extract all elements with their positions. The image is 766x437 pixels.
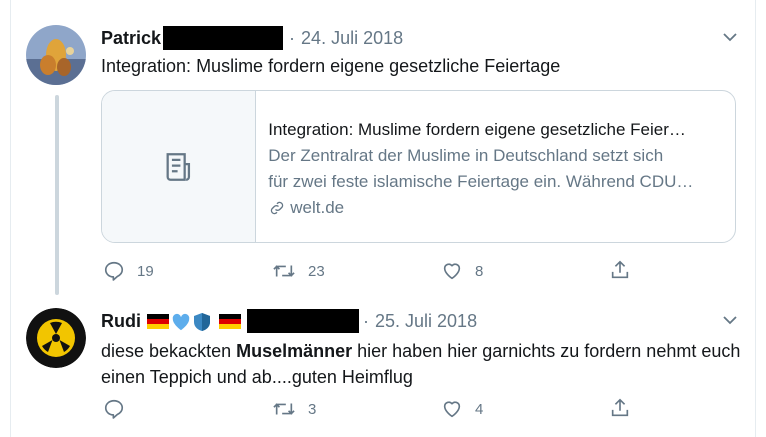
tweet-text-line: diese bekackten Muselmänner hier haben h… — [101, 338, 741, 364]
flag-de-icon — [219, 311, 241, 332]
retweet-button[interactable]: 23 — [272, 260, 325, 282]
link-card[interactable]: Integration: Muslime fordern eigene gese… — [101, 90, 736, 243]
share-icon — [611, 260, 629, 279]
card-domain-text: welt.de — [290, 198, 345, 217]
reply-icon — [104, 399, 124, 419]
link-icon — [271, 201, 284, 215]
heart-icon — [443, 263, 461, 280]
retweet-icon — [273, 265, 295, 277]
tweet-text-segment: diese bekackten — [101, 341, 237, 361]
share-button[interactable] — [609, 397, 631, 419]
like-button[interactable]: 4 — [441, 398, 483, 420]
card-description-line: für zwei feste islamische Feiertage ein.… — [268, 172, 694, 191]
reply-icon — [104, 261, 124, 281]
card-thumbnail — [102, 91, 257, 242]
reply-button[interactable]: 19 — [103, 260, 154, 282]
meta-separator: · — [363, 310, 369, 331]
reply-count: 19 — [137, 262, 154, 280]
card-description-line: Der Zentralrat der Muslime in Deutschlan… — [268, 146, 664, 165]
author-name[interactable]: Rudi — [101, 311, 141, 332]
blue-heart-icon — [171, 311, 191, 332]
chevron-down-icon[interactable] — [720, 310, 740, 330]
retweet-count: 23 — [308, 262, 325, 280]
tweet-header: Patrick · 24. Juli 2018 — [101, 26, 403, 50]
like-count: 8 — [475, 262, 484, 280]
redacted-handle — [247, 309, 359, 333]
like-count: 4 — [475, 400, 484, 418]
tweet-text: diese bekackten Muselmänner hier haben h… — [101, 338, 741, 390]
article-icon — [166, 152, 190, 181]
tweet-header: Rudi · 25. Juli 2018 — [101, 309, 477, 333]
card-description: Der Zentralrat der Muslime in Deutschlan… — [268, 143, 723, 195]
retweet-button[interactable]: 3 — [272, 398, 316, 420]
heart-icon — [443, 401, 461, 418]
avatar[interactable] — [26, 25, 86, 85]
avatar[interactable] — [26, 308, 86, 368]
reply-button[interactable] — [103, 398, 125, 420]
share-icon — [611, 398, 629, 417]
redacted-handle — [163, 26, 284, 50]
thread-connector-line — [55, 95, 59, 295]
tweet-date[interactable]: 25. Juli 2018 — [375, 311, 477, 332]
tweet-text-segment: hier haben hier garnichts zu fordern neh… — [352, 341, 741, 361]
retweet-count: 3 — [308, 400, 317, 418]
like-button[interactable]: 8 — [441, 260, 483, 282]
author-name[interactable]: Patrick — [101, 28, 161, 49]
card-domain: welt.de — [268, 195, 723, 221]
card-title: Integration: Muslime fordern eigene gese… — [268, 120, 686, 139]
tweet-text-bold: Muselmänner — [236, 341, 353, 361]
avatar-image-patrick — [26, 25, 86, 85]
chevron-down-icon[interactable] — [720, 27, 740, 47]
tweet-text-line: einen Teppich und ab....guten Heimflug — [101, 367, 413, 387]
share-button[interactable] — [609, 259, 631, 281]
shield-icon — [193, 310, 211, 331]
avatar-logo-rudi — [26, 308, 86, 368]
retweet-icon — [273, 403, 295, 415]
meta-separator: · — [289, 27, 296, 48]
tweet-text: Integration: Muslime fordern eigene gese… — [101, 56, 561, 76]
tweet-date[interactable]: 24. Juli 2018 — [301, 28, 403, 49]
flag-de-icon — [147, 311, 169, 332]
card-body: Integration: Muslime fordern eigene gese… — [256, 91, 735, 242]
